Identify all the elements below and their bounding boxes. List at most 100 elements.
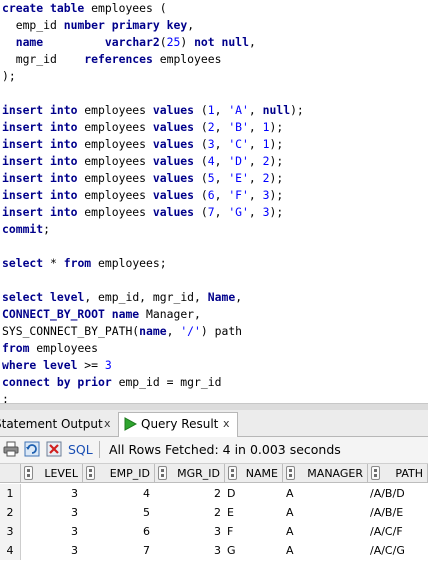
code-token: where — [2, 358, 37, 372]
row-number: 1 — [0, 484, 21, 503]
code-token: , — [214, 120, 229, 134]
cell-path[interactable]: /A/B/E — [370, 503, 403, 522]
code-line[interactable]: insert into employees values (7, 'G', 3)… — [2, 204, 283, 221]
code-token: 'D' — [228, 154, 249, 168]
column-header-manager[interactable]: MANAGER — [283, 464, 368, 483]
cancel-fetch-icon[interactable] — [46, 441, 62, 457]
cell-level[interactable]: 3 — [21, 522, 78, 541]
code-line[interactable]: select level, emp_id, mgr_id, Name, — [2, 289, 242, 306]
column-header-name[interactable]: NAME — [225, 464, 283, 483]
sort-icon[interactable] — [158, 466, 167, 480]
sql-link[interactable]: SQL — [68, 442, 93, 457]
code-line[interactable]: name varchar2(25) not null, — [2, 34, 256, 51]
code-token: values — [152, 188, 195, 202]
column-header-emp-id[interactable]: EMP_ID — [83, 464, 155, 483]
cell-mgr-id[interactable]: 2 — [155, 484, 221, 503]
cell-emp-id[interactable]: 5 — [83, 503, 150, 522]
cell-manager[interactable]: A — [286, 503, 294, 522]
code-token: references — [84, 52, 153, 66]
tab-statement-output[interactable]: Statement Output x — [0, 413, 111, 435]
refresh-icon[interactable] — [24, 441, 40, 457]
code-line[interactable]: insert into employees values (1, 'A', nu… — [2, 102, 304, 119]
code-token: values — [152, 120, 195, 134]
column-header-level[interactable]: LEVEL — [21, 464, 83, 483]
code-token: ) — [180, 35, 195, 49]
column-header-path[interactable]: PATH — [368, 464, 428, 483]
code-token: employees — [77, 154, 153, 168]
code-token: ); — [269, 171, 284, 185]
code-line[interactable]: insert into employees values (5, 'E', 2)… — [2, 170, 283, 187]
panel-splitter[interactable] — [0, 403, 428, 410]
code-line[interactable]: from employees — [2, 340, 98, 357]
cell-level[interactable]: 3 — [21, 541, 78, 560]
tab-query-result[interactable]: Query Result x — [118, 412, 238, 437]
code-token: , — [248, 205, 263, 219]
table-row[interactable]: 1 3 4 2 D A /A/B/D — [0, 484, 428, 503]
table-row[interactable]: 2 3 5 2 E A /A/B/E — [0, 503, 428, 522]
sort-icon[interactable] — [24, 466, 33, 480]
code-line[interactable]: commit; — [2, 221, 50, 238]
cell-mgr-id[interactable]: 3 — [155, 522, 221, 541]
table-row[interactable]: 3 3 6 3 F A /A/C/F — [0, 522, 428, 541]
cell-mgr-id[interactable]: 3 — [155, 541, 221, 560]
code-token: , — [235, 290, 243, 304]
sql-editor[interactable]: create table employees ( emp_id number p… — [0, 0, 428, 403]
close-icon[interactable]: x — [104, 413, 111, 435]
code-line[interactable]: SYS_CONNECT_BY_PATH(name, '/') path — [2, 323, 242, 340]
code-line[interactable]: insert into employees values (6, 'F', 3)… — [2, 187, 283, 204]
sort-icon[interactable] — [371, 466, 380, 480]
code-line[interactable]: insert into employees values (2, 'B', 1)… — [2, 119, 283, 136]
cell-name[interactable]: D — [227, 484, 235, 503]
code-line[interactable]: insert into employees values (4, 'D', 2)… — [2, 153, 283, 170]
code-token: level — [50, 290, 85, 304]
code-line[interactable]: connect by prior emp_id = mgr_id — [2, 374, 221, 391]
code-token: , — [248, 154, 263, 168]
sort-icon[interactable] — [286, 466, 295, 480]
print-icon[interactable] — [3, 441, 19, 457]
cell-manager[interactable]: A — [286, 541, 294, 560]
code-token: employees ( — [84, 1, 167, 15]
cell-name[interactable]: F — [227, 522, 233, 541]
tab-statement-output-label: Statement Output — [0, 417, 103, 431]
cell-emp-id[interactable]: 7 — [83, 541, 150, 560]
code-line[interactable]: CONNECT_BY_ROOT name Manager, — [2, 306, 201, 323]
row-number-header — [0, 464, 21, 483]
code-line[interactable]: mgr_id references employees — [2, 51, 222, 68]
code-token: , — [248, 120, 263, 134]
code-line[interactable]: ; — [2, 391, 9, 403]
close-icon[interactable]: x — [223, 413, 230, 435]
code-token: 'A' — [228, 103, 249, 117]
code-token: ); — [2, 69, 16, 83]
code-token: ); — [269, 188, 284, 202]
cell-path[interactable]: /A/C/F — [370, 522, 403, 541]
cell-name[interactable]: E — [227, 503, 234, 522]
row-number: 4 — [0, 541, 21, 560]
code-line[interactable]: ); — [2, 68, 16, 85]
cell-path[interactable]: /A/B/D — [370, 484, 405, 503]
code-line[interactable]: insert into employees values (3, 'C', 1)… — [2, 136, 283, 153]
code-token: , — [248, 137, 263, 151]
column-header-mgr-id[interactable]: MGR_ID — [155, 464, 225, 483]
code-line[interactable]: select * from employees; — [2, 255, 167, 272]
code-line[interactable]: where level >= 3 — [2, 357, 112, 374]
code-line[interactable]: emp_id number primary key, — [2, 17, 194, 34]
code-token: ); — [269, 137, 284, 151]
separator — [99, 441, 100, 458]
code-token: values — [152, 171, 195, 185]
code-line[interactable]: create table employees ( — [2, 0, 167, 17]
sort-icon[interactable] — [228, 466, 237, 480]
cell-level[interactable]: 3 — [21, 503, 78, 522]
cell-path[interactable]: /A/C/G — [370, 541, 405, 560]
cell-emp-id[interactable]: 6 — [83, 522, 150, 541]
cell-emp-id[interactable]: 4 — [83, 484, 150, 503]
cell-mgr-id[interactable]: 2 — [155, 503, 221, 522]
table-row[interactable]: 4 3 7 3 G A /A/C/G — [0, 541, 428, 560]
sort-icon[interactable] — [86, 466, 95, 480]
cell-manager[interactable]: A — [286, 522, 294, 541]
code-token: employees — [77, 120, 153, 134]
cell-level[interactable]: 3 — [21, 484, 78, 503]
cell-manager[interactable]: A — [286, 484, 294, 503]
cell-name[interactable]: G — [227, 541, 236, 560]
